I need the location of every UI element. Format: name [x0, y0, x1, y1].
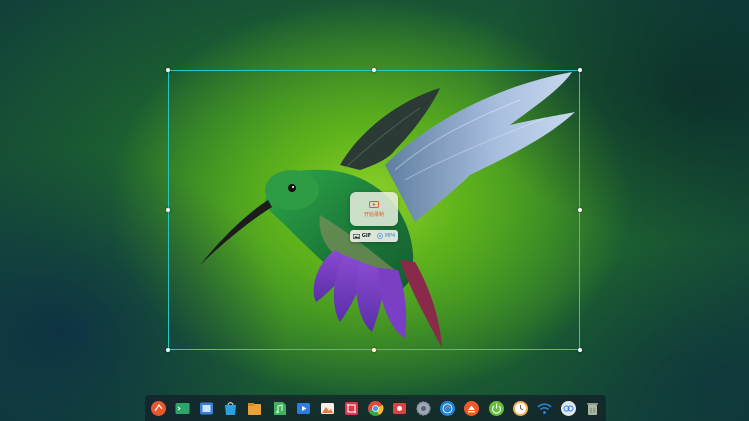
installer-icon-graphic: [464, 400, 480, 416]
music-icon[interactable]: [271, 400, 288, 417]
trash-icon[interactable]: [584, 400, 601, 417]
resize-handle-bottom-left[interactable]: [166, 348, 170, 352]
clock-icon-graphic: [512, 400, 528, 416]
resize-handle-left[interactable]: [166, 208, 170, 212]
screen-recorder-icon-graphic: [393, 402, 407, 414]
start-recording-button[interactable]: 开始录制: [350, 192, 398, 226]
record-camera-icon: [369, 200, 379, 208]
multitasking-icon-graphic: [200, 402, 214, 414]
wifi-icon[interactable]: [536, 400, 553, 417]
desktop-switch-icon[interactable]: [560, 400, 577, 417]
terminal-icon[interactable]: [174, 400, 191, 417]
format-mp4-label: MP4: [384, 233, 396, 239]
image-icon: [352, 233, 360, 239]
chrome-icon[interactable]: [367, 400, 384, 417]
trash-icon-graphic: [586, 402, 598, 415]
screen-recorder-icon[interactable]: [391, 400, 408, 417]
power-icon-graphic: [488, 400, 504, 416]
resize-handle-right[interactable]: [578, 208, 582, 212]
app-store-icon[interactable]: [222, 400, 239, 417]
image-viewer-icon-graphic: [320, 402, 334, 414]
terminal-icon-graphic: [175, 402, 190, 414]
resize-handle-top-left[interactable]: [166, 68, 170, 72]
app-store-icon-graphic: [225, 401, 237, 415]
format-mp4-option[interactable]: MP4: [376, 233, 396, 239]
format-gif-option[interactable]: GIF: [352, 233, 372, 239]
output-format-selector: GIF MP4: [350, 230, 398, 242]
wifi-icon-graphic: [537, 403, 552, 414]
deepin-icon-graphic: [440, 400, 456, 416]
resize-handle-bottom-right[interactable]: [578, 348, 582, 352]
clock-icon[interactable]: [512, 400, 529, 417]
settings-icon-graphic: [416, 400, 431, 416]
video-player-icon[interactable]: [295, 400, 312, 417]
launcher-icon-graphic: [151, 400, 166, 416]
resize-handle-top[interactable]: [372, 68, 376, 72]
screenshot-icon-graphic: [344, 401, 358, 415]
dock: [145, 395, 606, 421]
resize-handle-bottom[interactable]: [372, 348, 376, 352]
screenshot-icon[interactable]: [343, 400, 360, 417]
image-viewer-icon[interactable]: [319, 400, 336, 417]
file-manager-icon-graphic: [248, 402, 262, 415]
chrome-icon-graphic: [367, 400, 384, 416]
start-recording-label: 开始录制: [363, 211, 384, 218]
music-icon-graphic: [273, 401, 286, 415]
power-icon[interactable]: [488, 400, 505, 417]
installer-icon[interactable]: [463, 400, 480, 417]
resize-handle-top-right[interactable]: [578, 68, 582, 72]
play-circle-icon: [376, 233, 383, 239]
multitasking-icon[interactable]: [198, 400, 215, 417]
launcher-icon[interactable]: [150, 400, 167, 417]
deepin-icon[interactable]: [439, 400, 456, 417]
video-player-icon-graphic: [296, 402, 310, 414]
file-manager-icon[interactable]: [246, 400, 263, 417]
desktop-switch-icon-graphic: [560, 400, 576, 416]
format-gif-label: GIF: [361, 233, 372, 239]
settings-icon[interactable]: [415, 400, 432, 417]
